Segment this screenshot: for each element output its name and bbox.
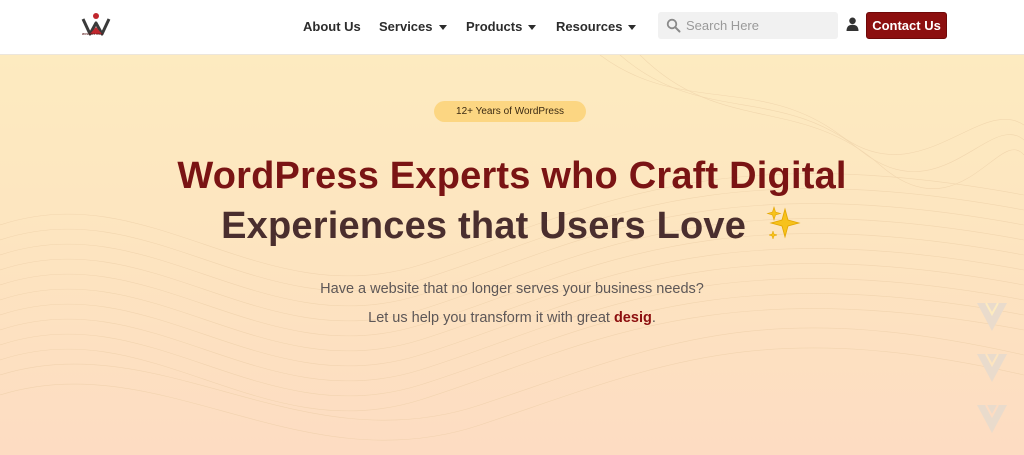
contact-us-button[interactable]: Contact Us	[866, 12, 947, 39]
hero-subtext-prefix: Let us help you transform it with great	[368, 310, 614, 326]
nav-resources-label: Resources	[556, 19, 623, 34]
wisdmlabs-logo-icon[interactable]	[80, 10, 112, 42]
decorative-triangle-icon	[977, 404, 1007, 433]
years-badge: 12+ Years of WordPress	[434, 101, 586, 122]
headline-line-1: WordPress Experts who Craft Digital	[177, 155, 847, 197]
search-box[interactable]	[658, 12, 838, 39]
nav-about-us-label: About Us	[303, 19, 361, 34]
user-icon[interactable]	[846, 17, 859, 31]
nav-services-label: Services	[379, 19, 433, 34]
search-icon	[666, 18, 681, 33]
hero-subtext-line-2: Let us help you transform it with great …	[0, 308, 1024, 328]
nav-about-us[interactable]: About Us	[303, 18, 361, 36]
chevron-down-icon	[628, 25, 637, 30]
logo-text: WISDMLABS	[82, 32, 104, 36]
hero-section: 12+ Years of WordPress WordPress Experts…	[0, 55, 1024, 455]
headline-line-2-text: Experiences that Users Love	[221, 205, 747, 247]
hero-subtext-line-1: Have a website that no longer serves you…	[320, 281, 704, 297]
nav-products[interactable]: Products	[466, 18, 537, 36]
hero-typing-word: desig	[613, 310, 652, 326]
search-input[interactable]	[686, 15, 832, 36]
nav-products-label: Products	[466, 19, 523, 34]
site-header: WISDMLABS About Us Services Products Res…	[0, 0, 1024, 55]
nav-resources[interactable]: Resources	[556, 18, 637, 36]
decorative-triangle-icon	[977, 302, 1007, 331]
hero-subtext-suffix: .	[651, 310, 656, 326]
nav-services[interactable]: Services	[379, 18, 447, 36]
sparkles-icon	[766, 205, 801, 240]
chevron-down-icon	[528, 25, 537, 30]
decorative-triangle-icon	[977, 353, 1007, 382]
chevron-down-icon	[438, 25, 447, 30]
headline-line-2: Experiences that Users Love	[0, 203, 1024, 249]
